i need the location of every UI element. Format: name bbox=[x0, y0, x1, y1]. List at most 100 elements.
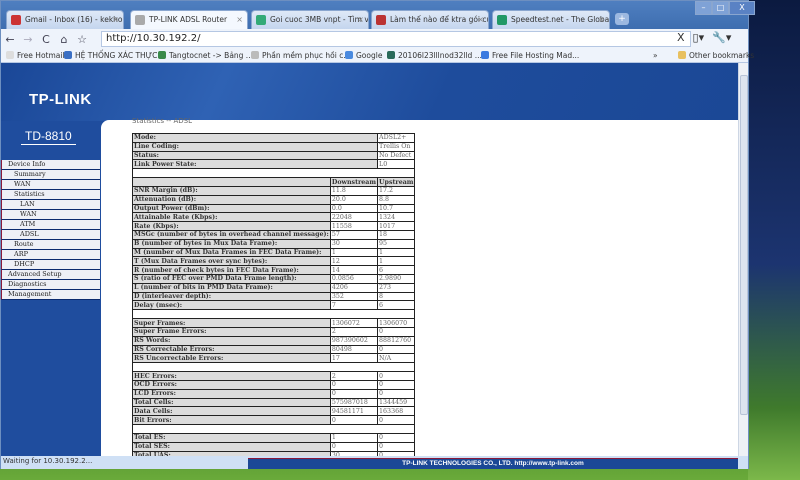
sidebar-item-wan[interactable]: WAN bbox=[1, 210, 100, 220]
close-tab-icon[interactable]: × bbox=[477, 15, 484, 24]
bookmark-icon bbox=[64, 51, 72, 59]
address-bar[interactable]: http://10.30.192.2/ bbox=[101, 31, 691, 47]
vertical-scrollbar[interactable] bbox=[738, 63, 748, 456]
stats-row: Attenuation (dB): 20.0 8.8 bbox=[132, 194, 416, 205]
close-tab-icon[interactable]: × bbox=[236, 15, 243, 24]
bookmark-icon bbox=[345, 51, 353, 59]
info-value: Trellis On bbox=[377, 141, 416, 152]
downstream-value: 1 bbox=[329, 247, 379, 258]
downstream-value: 2 bbox=[329, 326, 379, 337]
upstream-value: 273 bbox=[377, 282, 416, 293]
stats-row: Output Power (dBm): 0.0 10.7 bbox=[132, 203, 416, 214]
bookmark-label: 20106l23lllnod32lld ... bbox=[398, 51, 482, 60]
info-label: Mode: bbox=[131, 133, 379, 143]
sidebar-item-advanced-setup[interactable]: Advanced Setup bbox=[1, 270, 100, 280]
home-icon[interactable]: ⌂ bbox=[55, 33, 73, 46]
wrench-icon[interactable]: 🔧▾ bbox=[712, 31, 731, 44]
star-icon[interactable]: ☆ bbox=[73, 33, 91, 46]
upstream-value: N/A bbox=[377, 353, 416, 364]
stat-label: SNR Margin (dB): bbox=[132, 185, 331, 196]
stats-row: Super Frame Errors: 2 0 bbox=[132, 326, 416, 337]
bookmark-icon bbox=[158, 51, 166, 59]
close-tab-icon[interactable]: × bbox=[112, 15, 119, 24]
other-bookmarks[interactable]: Other bookmarks bbox=[678, 51, 754, 60]
info-value: L0 bbox=[377, 159, 416, 170]
tab-2[interactable]: Goi cuoc 3MB vnpt - Tìm với...× bbox=[251, 10, 369, 29]
close-tab-icon[interactable]: × bbox=[598, 15, 605, 24]
tab-label: Goi cuoc 3MB vnpt - Tìm với... bbox=[270, 15, 369, 24]
downstream-value: 94581171 bbox=[329, 406, 379, 417]
tab-3[interactable]: Làm thế nào để ktra gói cư... × bbox=[371, 10, 489, 29]
new-tab-button[interactable]: + bbox=[615, 13, 629, 25]
downstream-value: 4206 bbox=[329, 282, 379, 293]
stat-label: RS Uncorrectable Errors: bbox=[132, 353, 331, 364]
stop-icon[interactable]: X bbox=[677, 31, 685, 44]
close-button[interactable]: X bbox=[729, 1, 755, 15]
bookmark-item[interactable]: Free File Hosting Mad... bbox=[481, 51, 579, 60]
sidebar-item-arp[interactable]: ARP bbox=[1, 250, 100, 260]
reload-icon[interactable]: C bbox=[37, 33, 55, 46]
stat-label: D (interleaver depth): bbox=[132, 291, 331, 302]
bookmark-item[interactable]: Tangtocnet -> Bảng ... bbox=[158, 51, 253, 60]
bookmark-label: Phần mềm phục hồi c... bbox=[262, 51, 351, 60]
stat-label: LCD Errors: bbox=[132, 388, 331, 399]
stat-label: Output Power (dBm): bbox=[132, 203, 331, 214]
sidebar-item-adsl[interactable]: ADSL bbox=[1, 230, 100, 240]
forward-icon[interactable]: → bbox=[19, 33, 37, 46]
upstream-value: 10.7 bbox=[377, 203, 416, 214]
stat-label: MSGc (number of bytes in overhead channe… bbox=[132, 229, 331, 240]
upstream-value: 2.9890 bbox=[377, 273, 416, 284]
sidebar-item-device-info[interactable]: Device Info bbox=[1, 160, 100, 170]
folder-icon bbox=[678, 51, 686, 59]
bookmark-item[interactable]: Phần mềm phục hồi c... bbox=[251, 51, 350, 60]
downstream-value: 7 bbox=[329, 300, 379, 311]
info-value: No Defect bbox=[377, 150, 416, 161]
google-icon bbox=[256, 15, 266, 25]
status-text: Waiting for 10.30.192.2... bbox=[3, 457, 93, 465]
sidebar-item-summary[interactable]: Summary bbox=[1, 170, 100, 180]
status-bar: Waiting for 10.30.192.2... TP-LINK TECHN… bbox=[1, 456, 748, 469]
sidebar-item-dhcp[interactable]: DHCP bbox=[1, 260, 100, 270]
upstream-value: 0 bbox=[377, 371, 416, 381]
page-menu-icon[interactable]: ▯▾ bbox=[693, 31, 705, 44]
stat-label: T (Mux Data Frames over sync bytes): bbox=[132, 256, 331, 267]
close-tab-icon[interactable]: × bbox=[357, 15, 364, 24]
stat-label: Total ES: bbox=[132, 432, 331, 443]
tab-1[interactable]: TP-LINK ADSL Router × bbox=[130, 10, 248, 29]
sidebar-item-diagnostics[interactable]: Diagnostics bbox=[1, 280, 100, 290]
downstream-value: 22048 bbox=[329, 212, 379, 223]
sidebar-item-management[interactable]: Management bbox=[1, 290, 100, 300]
downstream-value: 352 bbox=[329, 291, 379, 302]
stat-label: RS Words: bbox=[132, 335, 331, 346]
bookmark-item[interactable]: Free Hotmail bbox=[6, 51, 65, 60]
tab-4[interactable]: Speedtest.net - The Global... × bbox=[492, 10, 610, 29]
sidebar-item-route[interactable]: Route bbox=[1, 240, 100, 250]
maximize-button[interactable]: □ bbox=[712, 1, 729, 15]
bookmark-item[interactable]: 20106l23lllnod32lld ... bbox=[387, 51, 482, 60]
sidebar-item-lan[interactable]: LAN bbox=[1, 200, 100, 210]
bookmarks-bar: » Other bookmarks Free Hotmail HỆ THỐNG X… bbox=[1, 49, 754, 63]
stat-label: RS Correctable Errors: bbox=[132, 344, 331, 355]
sidebar-item-wan[interactable]: WAN bbox=[1, 180, 100, 190]
sidebar-item-atm[interactable]: ATM bbox=[1, 220, 100, 230]
minimize-button[interactable]: – bbox=[695, 1, 712, 15]
banner bbox=[1, 63, 738, 121]
bookmark-label: Free File Hosting Mad... bbox=[492, 51, 580, 60]
bookmark-item[interactable]: Google bbox=[345, 51, 382, 60]
bookmark-icon bbox=[251, 51, 259, 59]
downstream-value: 0 bbox=[329, 415, 379, 425]
stats-row: Total SES: 0 0 bbox=[132, 441, 416, 452]
sidebar-item-statistics[interactable]: Statistics bbox=[1, 190, 100, 200]
upstream-value: 1344459 bbox=[377, 397, 416, 408]
bookmark-item[interactable]: HỆ THỐNG XÁC THỰC... bbox=[64, 51, 165, 60]
upstream-value: 1324 bbox=[377, 212, 416, 223]
downstream-value: 1306072 bbox=[329, 318, 379, 328]
downstream-value: 11558 bbox=[329, 221, 379, 231]
stat-label: Super Frame Errors: bbox=[132, 326, 331, 337]
scrollbar-thumb[interactable] bbox=[740, 75, 748, 415]
tab-0[interactable]: Gmail - Inbox (16) - kekhoc... × bbox=[6, 10, 124, 29]
browser-window: Gmail - Inbox (16) - kekhoc... × TP-LINK A… bbox=[0, 0, 755, 469]
stats-row: Total Cells: 575987018 1344459 bbox=[132, 397, 416, 408]
bookmarks-overflow[interactable]: » bbox=[653, 51, 658, 60]
back-icon[interactable]: ← bbox=[1, 33, 19, 46]
